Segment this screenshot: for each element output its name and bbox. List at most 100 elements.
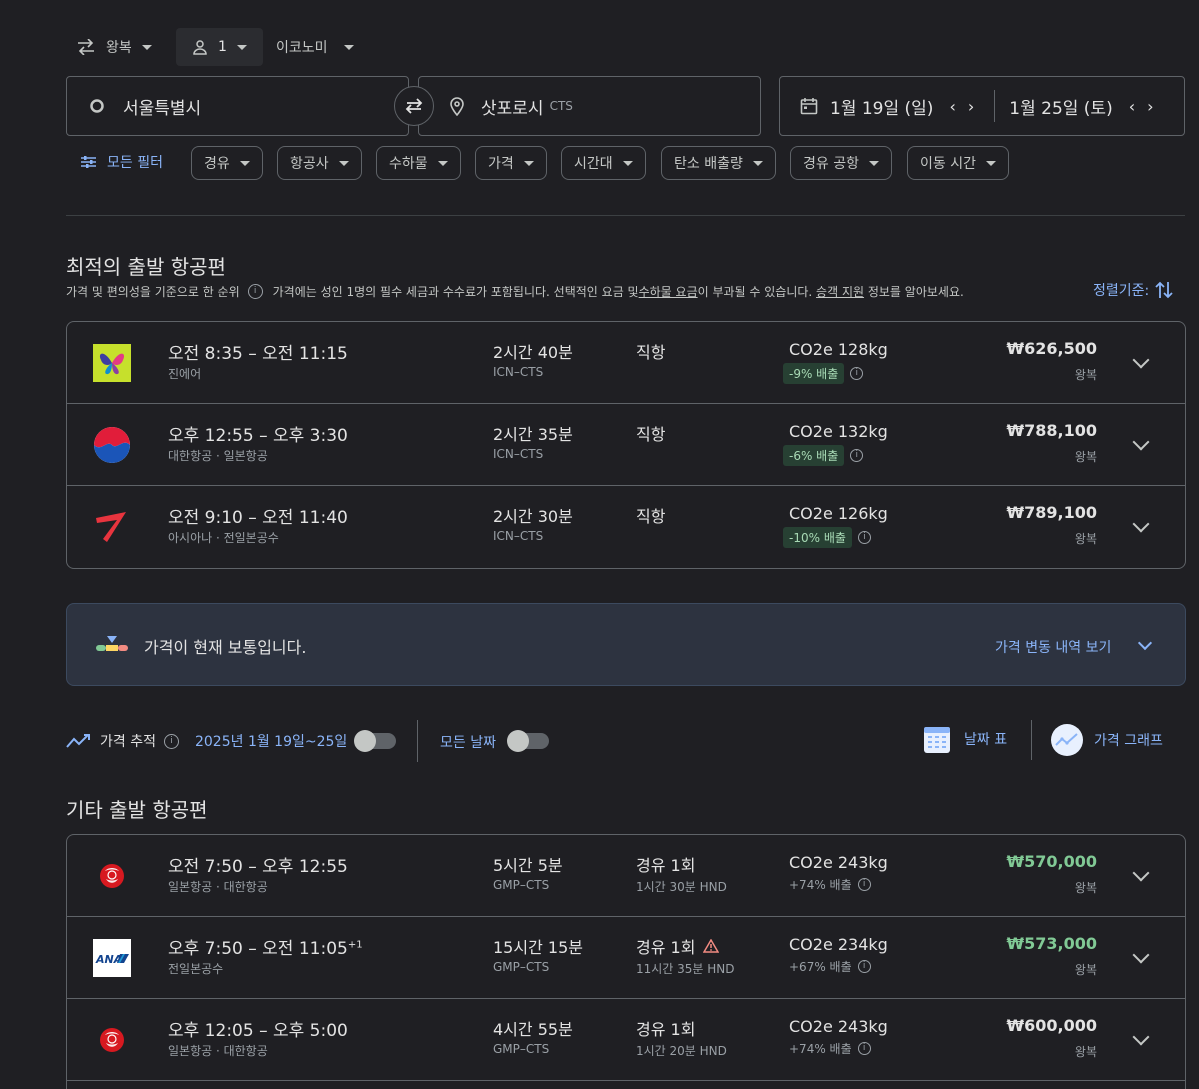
sort-button[interactable]: 정렬기준:	[1093, 280, 1173, 300]
price-insight-banner[interactable]: 가격이 현재 보통입니다. 가격 변동 내역 보기	[66, 603, 1186, 686]
chip-label: 항공사	[290, 156, 329, 172]
filter-chip-connecting-airports[interactable]: 경유 공항	[790, 146, 892, 180]
expand-chevron-icon[interactable]	[1132, 351, 1150, 369]
filter-chip-duration[interactable]: 이동 시간	[907, 146, 1009, 180]
filter-sliders-icon	[81, 156, 96, 168]
expand-chevron-icon[interactable]	[1132, 515, 1150, 533]
airline-name: 일본항공 · 대한항공	[168, 880, 268, 894]
chevron-down-icon	[752, 160, 763, 166]
chevron-down-icon	[343, 44, 354, 50]
flight-stops: 직항	[636, 343, 666, 362]
sort-label: 정렬기준:	[1093, 283, 1150, 299]
filter-chip-bags[interactable]: 수하물	[376, 146, 461, 180]
filter-chip-stops[interactable]: 경유	[191, 146, 263, 180]
info-icon[interactable]: i	[163, 733, 179, 749]
emissions-text: +67% 배출	[789, 960, 852, 974]
destination-field[interactable]: 삿포로시 CTS	[418, 76, 761, 136]
jinair-logo	[93, 344, 131, 382]
co2-value: CO2e 128kg	[789, 340, 888, 359]
expand-chevron-icon[interactable]	[1132, 946, 1150, 964]
emissions-badge: -9% 배출	[783, 363, 845, 384]
other-flights-list: 오전 7:50 – 오후 12:55 일본항공 · 대한항공 5시간 5분 GM…	[66, 834, 1186, 1089]
flight-route: ICN–CTS	[493, 447, 544, 461]
prev-depart-date-button[interactable]: ‹	[943, 97, 961, 116]
tools-divider	[1031, 720, 1032, 760]
filter-chip-price[interactable]: 가격	[475, 146, 547, 180]
trip-type-select[interactable]: 왕복	[76, 28, 152, 66]
origin-field[interactable]: 서울특별시	[66, 76, 409, 136]
passenger-assistance-link[interactable]: 승객 지원	[816, 283, 864, 300]
flight-price: ₩626,500	[1006, 339, 1097, 358]
return-date[interactable]: 1월 25일 (토)	[1009, 94, 1112, 119]
flight-price: ₩600,000	[1006, 1016, 1097, 1035]
price-history-link[interactable]: 가격 변동 내역 보기	[995, 637, 1111, 657]
jal-logo	[93, 1021, 131, 1059]
chip-label: 수하물	[389, 156, 428, 172]
filter-chip-emissions[interactable]: 탄소 배출량	[661, 146, 776, 180]
date-grid-label: 날짜 표	[964, 732, 1008, 748]
passenger-count: 1	[218, 39, 227, 55]
flight-row[interactable]: 오후 12:05 – 오후 5:00 일본항공 · 대한항공 4시간 55분 G…	[67, 999, 1185, 1081]
flight-row[interactable]: 오전 7:50 – 오후 12:55 일본항공 · 대한항공 5시간 5분 GM…	[67, 835, 1185, 917]
price-graph-button[interactable]: 가격 그래프	[1050, 723, 1163, 757]
destination-value: 삿포로시	[481, 98, 544, 119]
flight-row[interactable]: 오전 9:10 – 오전 11:40 아시아나 · 전일본공수 2시간 30분 …	[67, 486, 1185, 568]
times-text: 오전 7:50 – 오후 12:55	[168, 857, 348, 877]
ana-logo: ANA	[93, 939, 131, 977]
emissions-info: -9% 배출 i	[783, 363, 864, 384]
flight-row[interactable]: 오전 8:35 – 오전 11:15 진에어 2시간 40분 ICN–CTS 직…	[67, 322, 1185, 404]
emissions-info: +74% 배출 i	[789, 1040, 871, 1057]
prev-return-date-button[interactable]: ‹	[1123, 97, 1141, 116]
price-type: 왕복	[1074, 963, 1097, 977]
flight-route: GMP–CTS	[493, 878, 550, 892]
depart-date[interactable]: 1월 19일 (일)	[830, 94, 933, 119]
filter-chip-airlines[interactable]: 항공사	[277, 146, 362, 180]
location-pin-icon	[450, 97, 464, 116]
flight-stops: 경유 1회	[636, 934, 720, 958]
chevron-down-icon	[236, 44, 247, 50]
all-filters-button[interactable]: 모든 필터	[80, 152, 163, 172]
emissions-info: -10% 배출 i	[783, 527, 871, 548]
flight-stops: 경유 1회	[636, 1020, 696, 1039]
chevron-down-icon	[239, 160, 250, 166]
info-icon[interactable]: i	[850, 367, 864, 380]
expand-chevron-icon[interactable]	[1132, 1028, 1150, 1046]
info-icon[interactable]: i	[247, 284, 263, 299]
expand-chevron-icon[interactable]	[1132, 433, 1150, 451]
emissions-info: +74% 배출 i	[789, 876, 871, 893]
info-icon[interactable]: i	[857, 531, 871, 544]
next-depart-date-button[interactable]: ›	[962, 97, 980, 116]
emissions-info: +67% 배출 i	[789, 958, 871, 975]
filter-chip-times[interactable]: 시간대	[561, 146, 646, 180]
info-icon[interactable]: i	[857, 1042, 871, 1055]
passenger-select[interactable]: 1	[176, 28, 263, 66]
info-icon[interactable]: i	[857, 960, 871, 973]
chevron-down-icon[interactable]	[1137, 635, 1153, 651]
price-note: 가격에는 성인 1명의 필수 세금과 수수료가 포함됩니다. 선택적인 요금 및	[272, 285, 639, 299]
date-range-field[interactable]: 1월 19일 (일) ‹ › 1월 25일 (토) ‹ ›	[779, 76, 1185, 136]
toggle-knob	[507, 730, 529, 752]
cabin-class-select[interactable]: 이코노미	[276, 28, 354, 66]
co2-value: CO2e 234kg	[789, 935, 888, 954]
info-icon[interactable]: i	[850, 449, 864, 462]
date-grid-button[interactable]: 날짜 표	[922, 723, 1007, 755]
price-tracking: 가격 추적 i 2025년 1월 19일~25일	[66, 731, 347, 751]
flight-times: 오전 8:35 – 오전 11:15	[168, 344, 348, 364]
expand-chevron-icon[interactable]	[1132, 864, 1150, 882]
layover-info: 1시간 30분 HND	[636, 880, 727, 894]
co2-value: CO2e 243kg	[789, 853, 888, 872]
calendar-grid-icon	[924, 727, 950, 753]
price-graph-icon	[1051, 724, 1083, 756]
flight-row[interactable]: 오후 12:55 – 오후 3:30 대한항공 · 일본항공 2시간 35분 I…	[67, 404, 1185, 486]
price-type: 왕복	[1074, 450, 1097, 464]
airline-name: 아시아나 · 전일본공수	[168, 531, 279, 545]
flight-duration: 2시간 30분	[493, 507, 573, 526]
flight-row[interactable]: ANA 오후 7:50 – 오전 11:05+1 전일본공수 15시간 15분 …	[67, 917, 1185, 999]
swap-locations-button[interactable]	[394, 86, 434, 126]
track-any-dates-toggle[interactable]	[507, 730, 549, 752]
next-return-date-button[interactable]: ›	[1141, 97, 1159, 116]
info-icon[interactable]: i	[857, 878, 871, 891]
track-dates-toggle[interactable]	[354, 730, 396, 752]
bag-fees-link[interactable]: 수하물 요금	[639, 283, 698, 300]
emissions-text: +74% 배출	[789, 1042, 852, 1056]
